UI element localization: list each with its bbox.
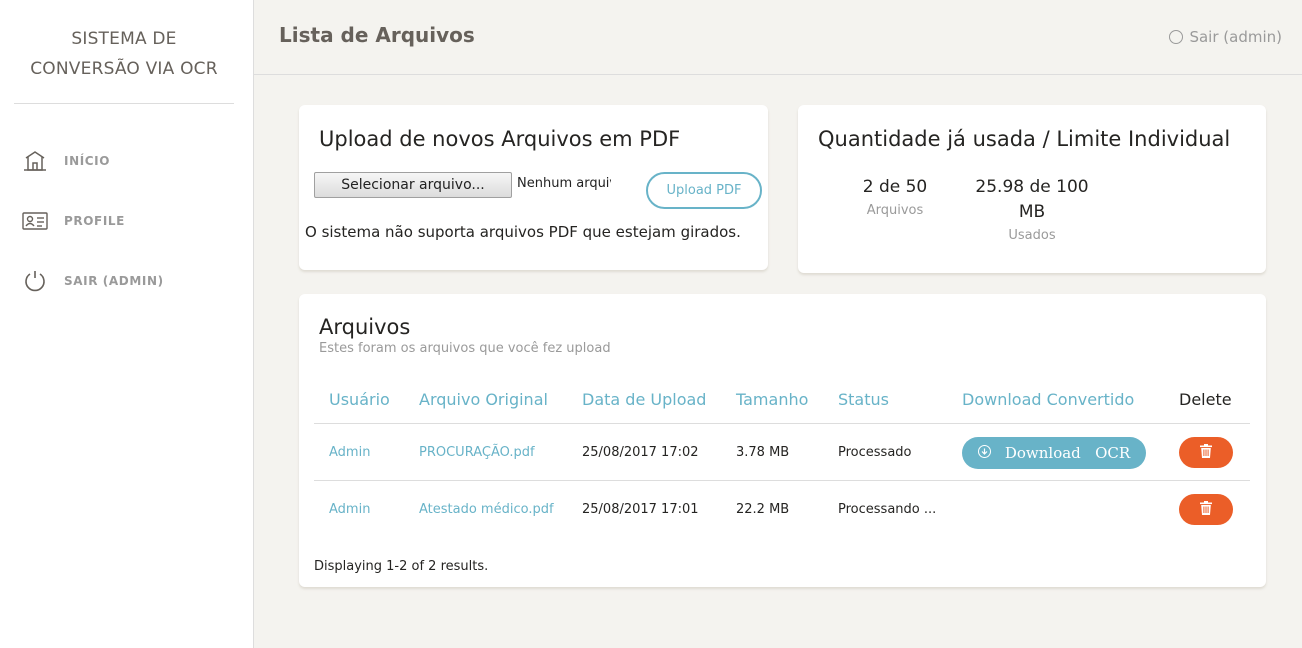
files-card-subtitle: Estes foram os arquivos que você fez upl… (319, 341, 611, 356)
upload-card-title: Upload de novos Arquivos em PDF (319, 127, 681, 151)
download-ocr-button[interactable]: Download OCR (962, 437, 1146, 469)
column-header-status[interactable]: Status (838, 390, 889, 409)
upload-pdf-button[interactable]: Upload PDF (646, 172, 762, 209)
files-stat: 2 de 50 Arquivos (845, 175, 945, 218)
file-status-text: Nenhum arquivo selecionado. (517, 176, 611, 191)
column-header-download[interactable]: Download Convertido (962, 390, 1134, 409)
download-icon (977, 444, 991, 458)
column-header-tamanho[interactable]: Tamanho (736, 390, 808, 409)
row-divider (314, 480, 1250, 481)
sidebar: SISTEMA DE CONVERSÃO VIA OCR INÍCIO PROF… (0, 0, 254, 648)
sidebar-item-label: INÍCIO (64, 154, 111, 168)
files-card-title: Arquivos (319, 315, 411, 339)
delete-button[interactable] (1179, 494, 1233, 525)
upload-card: Upload de novos Arquivos em PDF Selecion… (299, 105, 768, 270)
row-file[interactable]: Atestado médico.pdf (419, 502, 554, 517)
quota-card: Quantidade já usada / Limite Individual … (798, 105, 1266, 273)
storage-value-line2: MB (1018, 202, 1046, 222)
quota-card-title: Quantidade já usada / Limite Individual (818, 127, 1231, 151)
sidebar-item-profile[interactable]: PROFILE (20, 206, 240, 236)
results-summary: Displaying 1-2 of 2 results. (314, 559, 489, 574)
sidebar-item-label: PROFILE (64, 214, 125, 228)
files-card: Arquivos Estes foram os arquivos que voc… (299, 294, 1266, 587)
column-header-arquivo[interactable]: Arquivo Original (419, 390, 548, 409)
row-user[interactable]: Admin (329, 502, 370, 517)
trash-icon (1200, 443, 1212, 462)
row-date: 25/08/2017 17:01 (582, 502, 699, 517)
logout-link[interactable]: Sair (admin) (1169, 28, 1282, 46)
column-header-delete: Delete (1179, 390, 1232, 409)
select-file-button[interactable]: Selecionar arquivo... (314, 172, 512, 198)
row-divider (314, 423, 1250, 424)
row-status: Processando ... (838, 502, 937, 517)
storage-stat: 25.98 de 100 MB Usados (962, 175, 1102, 243)
top-navbar: Lista de Arquivos Sair (admin) (254, 0, 1302, 75)
row-status: Processado (838, 445, 912, 460)
id-card-icon (20, 206, 50, 236)
upload-note: O sistema não suporta arquivos PDF que e… (305, 223, 741, 241)
sidebar-item-inicio[interactable]: INÍCIO (20, 146, 240, 176)
download-label: Download OCR (1004, 444, 1131, 462)
files-label: Arquivos (866, 203, 924, 218)
row-user[interactable]: Admin (329, 445, 370, 460)
brand-line-2: CONVERSÃO VIA OCR (30, 59, 218, 79)
row-date: 25/08/2017 17:02 (582, 445, 699, 460)
row-file[interactable]: PROCURAÇÃO.pdf (419, 445, 535, 460)
files-value: 2 de 50 (862, 177, 928, 197)
trash-icon (1200, 500, 1212, 519)
sidebar-item-sair[interactable]: SAIR (ADMIN) (20, 266, 240, 296)
power-icon (1169, 30, 1184, 44)
sidebar-item-label: SAIR (ADMIN) (64, 274, 164, 288)
row-size: 3.78 MB (736, 445, 790, 460)
logout-label: Sair (admin) (1189, 28, 1282, 46)
column-header-data[interactable]: Data de Upload (582, 390, 706, 409)
storage-label: Usados (1008, 228, 1056, 243)
delete-button[interactable] (1179, 437, 1233, 468)
home-icon (20, 146, 50, 176)
sidebar-divider (14, 103, 234, 104)
row-size: 22.2 MB (736, 502, 790, 517)
column-header-usuario[interactable]: Usuário (329, 390, 390, 409)
brand-title: SISTEMA DE CONVERSÃO VIA OCR (14, 24, 234, 84)
storage-value-line1: 25.98 de 100 (975, 177, 1089, 197)
power-icon (20, 266, 50, 296)
brand-line-1: SISTEMA DE (71, 29, 177, 49)
page-title: Lista de Arquivos (279, 23, 475, 47)
